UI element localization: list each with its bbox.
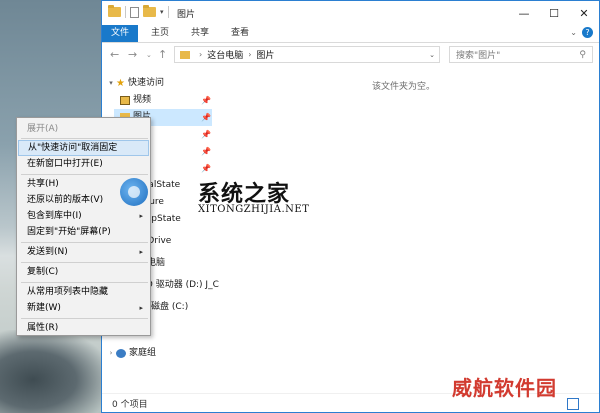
close-button[interactable]: ✕ (569, 1, 599, 25)
menu-divider (21, 318, 148, 319)
menu-divider (21, 262, 148, 263)
pin-icon: 📌 (201, 130, 211, 139)
recent-locations-icon[interactable]: ⌄ (146, 51, 152, 59)
window-title: 图片 (177, 10, 196, 20)
chevron-down-icon[interactable]: ▾ (106, 75, 116, 92)
toolbar-divider (125, 6, 126, 18)
toolbar-divider (167, 6, 169, 18)
maximize-button[interactable]: ☐ (539, 1, 569, 25)
menu-item-expand: 展开(A) (27, 124, 59, 134)
folder-icon (108, 5, 121, 17)
menu-divider (21, 242, 148, 243)
large-icons-view-icon[interactable] (567, 398, 579, 410)
item-count: 0 个项目 (112, 400, 148, 410)
search-icon: ⚲ (579, 49, 586, 60)
back-icon[interactable]: ← (110, 48, 119, 61)
menu-item-copy[interactable]: 复制(C) (18, 264, 149, 280)
submenu-arrow-icon: ▸ (139, 304, 143, 312)
address-bar-row: ← → ⌄ ↑ › 这台电脑 › 图片 ⌄ 搜索"图片" ⚲ (102, 43, 599, 67)
menu-item-label: 共享(H) (27, 179, 59, 189)
menu-item-pin-start[interactable]: 固定到"开始"屏幕(P) (18, 224, 149, 240)
search-placeholder: 搜索"图片" (456, 51, 501, 61)
title-bar[interactable]: ▾ 图片 — ☐ ✕ (102, 1, 599, 25)
menu-item-label: 新建(W) (27, 303, 61, 313)
address-dropdown-icon[interactable]: ⌄ (429, 51, 435, 59)
properties-icon[interactable] (130, 6, 139, 18)
menu-item-label: 发送到(N) (27, 247, 68, 257)
nav-label: 家庭组 (129, 348, 157, 358)
breadcrumb-pictures[interactable]: 图片 (256, 48, 274, 61)
star-icon: ★ (116, 78, 125, 89)
nav-label: 快速访问 (127, 78, 164, 88)
tab-home[interactable]: 主页 (142, 25, 178, 42)
menu-item-hide-frequent[interactable]: 从常用项列表中隐藏 (18, 284, 149, 300)
menu-divider (21, 282, 148, 283)
pin-icon: 📌 (201, 164, 211, 173)
location-icon (180, 50, 190, 59)
watermark-logo-icon (120, 178, 148, 206)
context-menu: 展开(A) 从"快速访问"取消固定 在新窗口中打开(E) 共享(H) ▸ 还原以… (16, 117, 151, 336)
chevron-right-icon[interactable]: › (248, 50, 251, 59)
content-area: ▾ ★ 快速访问 视频 📌 图片 📌 文档 📌 音乐 (102, 67, 599, 395)
menu-item-unpin-quick-access[interactable]: 从"快速访问"取消固定 (18, 140, 149, 156)
chevron-right-icon[interactable]: › (106, 345, 116, 362)
menu-divider (21, 138, 148, 139)
pin-icon: 📌 (201, 113, 211, 122)
breadcrumb-this-pc[interactable]: 这台电脑 (207, 48, 243, 61)
help-icon[interactable]: ? (582, 27, 593, 38)
new-folder-icon[interactable] (143, 5, 156, 17)
nav-homegroup[interactable]: › 家庭组 (106, 345, 156, 362)
watermark-xitongzhijia: 系统之家 XITONGZHIJIA.NET (120, 174, 320, 224)
menu-item-new[interactable]: 新建(W) ▸ (18, 300, 149, 316)
window-controls: — ☐ ✕ (509, 1, 599, 25)
menu-item-send-to[interactable]: 发送到(N) ▸ (18, 244, 149, 260)
empty-folder-message: 该文件夹为空。 (372, 82, 436, 92)
menu-item-label: 包含到库中(I) (27, 211, 82, 221)
wallpaper-rock (0, 330, 110, 413)
homegroup-icon (116, 349, 126, 358)
nav-videos[interactable]: 视频 (120, 92, 151, 109)
forward-icon[interactable]: → (128, 48, 137, 61)
submenu-arrow-icon: ▸ (139, 248, 143, 256)
chevron-right-icon[interactable]: › (199, 50, 202, 59)
tab-share[interactable]: 共享 (182, 25, 218, 42)
nav-quick-access[interactable]: ▾ ★ 快速访问 (106, 75, 164, 92)
menu-item-properties[interactable]: 属性(R) (18, 320, 149, 336)
expand-ribbon-icon[interactable]: ⌄ (570, 28, 577, 37)
customize-toolbar-icon[interactable]: ▾ (160, 8, 164, 16)
tab-view[interactable]: 查看 (222, 25, 258, 42)
watermark-domain: XITONGZHIJIA.NET (198, 204, 310, 215)
ribbon-tabs: 文件 主页 共享 查看 ⌄ ? (102, 25, 599, 43)
search-input[interactable]: 搜索"图片" ⚲ (449, 46, 593, 63)
tab-file[interactable]: 文件 (102, 25, 138, 42)
video-folder-icon (120, 96, 130, 105)
menu-item-open-new-window[interactable]: 在新窗口中打开(E) (18, 156, 149, 172)
pin-icon: 📌 (201, 147, 211, 156)
quick-access-toolbar: ▾ (108, 5, 169, 18)
minimize-button[interactable]: — (509, 1, 539, 25)
watermark-weihang: 威航软件园 (452, 376, 557, 400)
pin-icon: 📌 (201, 96, 211, 105)
up-icon[interactable]: ↑ (158, 48, 167, 61)
nav-label: 视频 (133, 95, 152, 105)
address-field[interactable]: › 这台电脑 › 图片 ⌄ (174, 46, 440, 63)
